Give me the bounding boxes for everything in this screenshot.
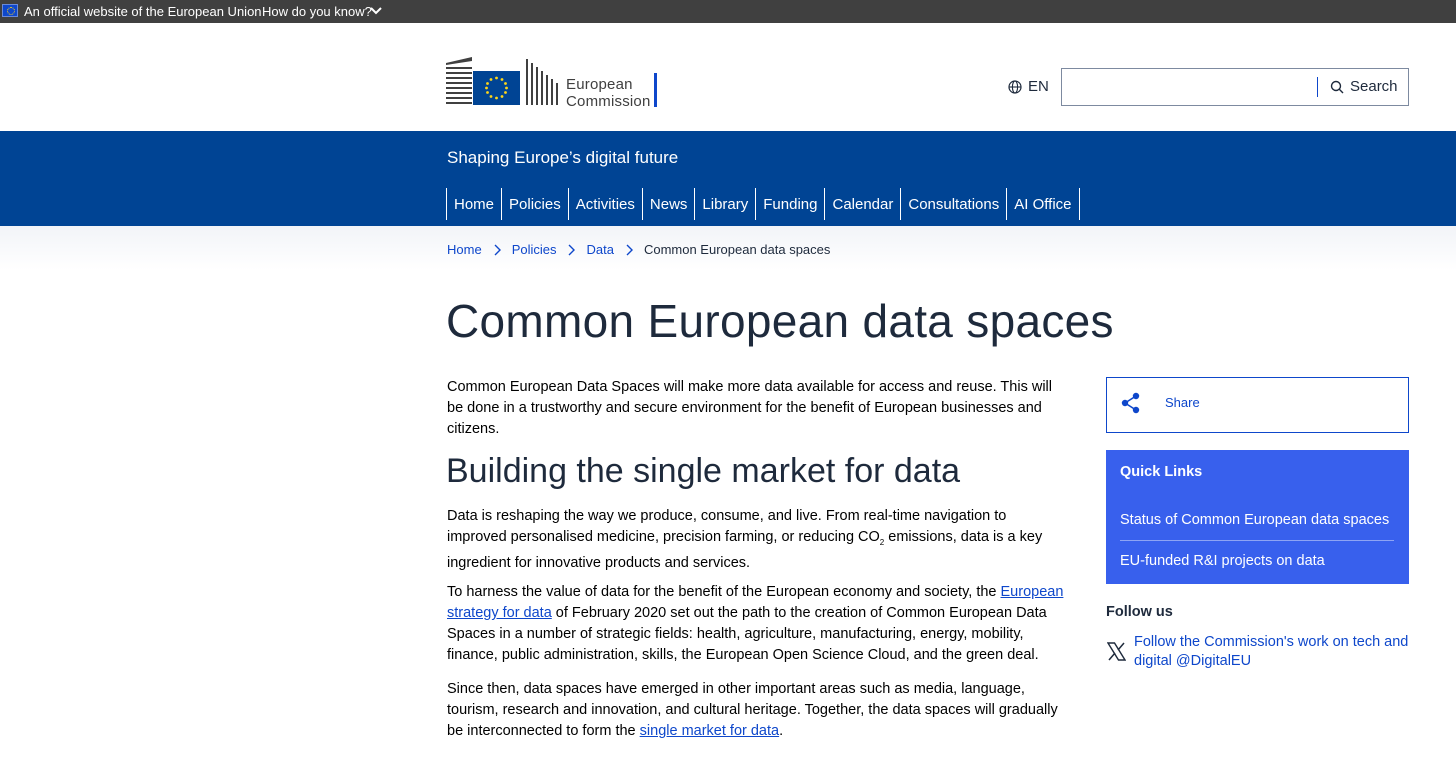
- chevron-down-icon[interactable]: [370, 6, 382, 16]
- search-button[interactable]: Search: [1330, 78, 1398, 95]
- page-title: Common European data spaces: [446, 295, 1114, 347]
- eu-flag-icon: [2, 4, 18, 17]
- search-divider: [1317, 77, 1318, 97]
- search-button-label: Search: [1350, 78, 1398, 95]
- search-icon: [1330, 80, 1344, 93]
- breadcrumb-current: Common European data spaces: [643, 242, 831, 257]
- nav-item-funding[interactable]: Funding: [755, 188, 824, 220]
- paragraph-data-reshaping: Data is reshaping the way we produce, co…: [447, 506, 1067, 574]
- chevron-right-icon: [614, 244, 644, 256]
- section-heading: Building the single market for data: [446, 452, 961, 490]
- eu-official-text: An official website of the European Unio…: [24, 4, 262, 19]
- breadcrumb-home[interactable]: Home: [447, 242, 482, 257]
- site-name[interactable]: Shaping Europe’s digital future: [447, 148, 678, 168]
- p2-text-a: To harness the value of data for the ben…: [447, 584, 1001, 600]
- paragraph-strategy: To harness the value of data for the ben…: [447, 582, 1067, 666]
- share-label: Share: [1165, 395, 1200, 410]
- language-selector[interactable]: EN: [1008, 78, 1049, 95]
- x-logo-icon[interactable]: [1107, 642, 1126, 661]
- search-form: Search: [1061, 68, 1409, 106]
- breadcrumb-data[interactable]: Data: [586, 242, 613, 257]
- quick-link-projects[interactable]: EU-funded R&I projects on data: [1120, 553, 1325, 569]
- search-input[interactable]: [1066, 73, 1312, 101]
- intro-paragraph: Common European Data Spaces will make mo…: [447, 379, 1052, 437]
- nav-item-calendar[interactable]: Calendar: [824, 188, 900, 220]
- nav-item-consultations[interactable]: Consultations: [900, 188, 1006, 220]
- breadcrumb: Home Policies Data Common European data …: [447, 242, 830, 257]
- globe-icon: [1008, 79, 1022, 94]
- nav-item-library[interactable]: Library: [694, 188, 755, 220]
- nav-item-home[interactable]: Home: [446, 188, 501, 220]
- logo-text: European Commission: [566, 76, 651, 110]
- quick-links-divider: [1120, 540, 1394, 541]
- follow-us-title: Follow us: [1106, 604, 1173, 620]
- nav-item-ai-office[interactable]: AI Office: [1006, 188, 1080, 220]
- paragraph-since-then: Since then, data spaces have emerged in …: [447, 679, 1067, 742]
- share-button[interactable]: Share: [1106, 377, 1409, 433]
- eu-official-bar: An official website of the European Unio…: [0, 0, 1456, 23]
- quick-link-status[interactable]: Status of Common European data spaces: [1120, 512, 1389, 528]
- p3-text-b: .: [779, 723, 784, 739]
- nav-item-activities[interactable]: Activities: [567, 188, 642, 220]
- quick-links-title: Quick Links: [1120, 464, 1203, 480]
- how-do-you-know-button[interactable]: How do you know?: [262, 4, 372, 19]
- share-icon: [1121, 392, 1140, 414]
- breadcrumb-policies[interactable]: Policies: [512, 242, 557, 257]
- single-market-link[interactable]: single market for data: [640, 723, 779, 739]
- quick-links-panel: Quick Links Status of Common European da…: [1106, 450, 1409, 584]
- nav-item-news[interactable]: News: [641, 188, 695, 220]
- language-code: EN: [1028, 78, 1049, 95]
- logo-divider: [654, 73, 657, 107]
- site-header: Shaping Europe’s digital future Home Pol…: [0, 131, 1456, 226]
- header: European Commission EN Search: [0, 23, 1456, 131]
- main-navigation: Home Policies Activities News Library Fu…: [446, 188, 1080, 220]
- chevron-right-icon: [556, 244, 586, 256]
- chevron-right-icon: [482, 244, 512, 256]
- logo-line-2: Commission: [566, 93, 651, 110]
- logo-line-1: European: [566, 76, 633, 93]
- nav-item-policies[interactable]: Policies: [501, 188, 568, 220]
- follow-digitaleu-link[interactable]: Follow the Commission's work on tech and…: [1134, 633, 1409, 671]
